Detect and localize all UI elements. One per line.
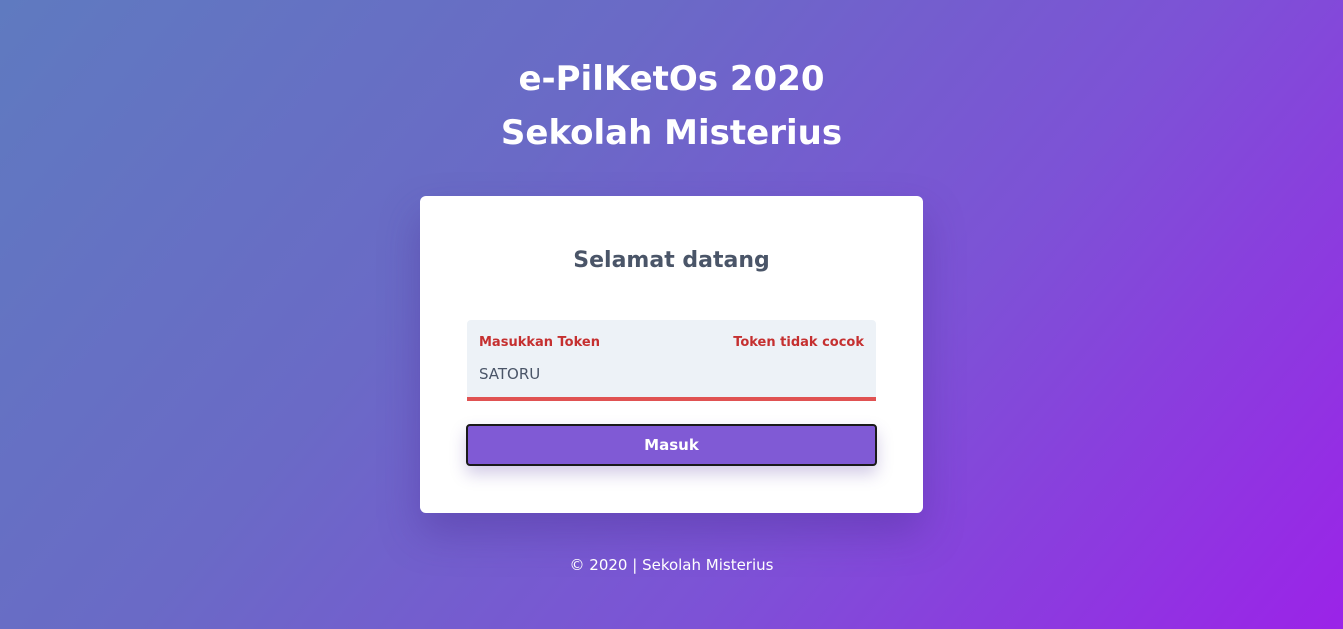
token-label: Masukkan Token [479,335,600,350]
login-card: Selamat datang Masukkan Token Token tida… [420,196,923,513]
footer-copyright: © 2020 | Sekolah Misterius [569,556,774,574]
login-button[interactable]: Masuk [466,424,877,466]
token-field[interactable]: Masukkan Token Token tidak cocok [467,320,876,401]
token-error-message: Token tidak cocok [733,335,864,350]
welcome-heading: Selamat datang [573,248,770,273]
page-header: e-PilKetOs 2020 Sekolah Misterius [0,52,1343,160]
app-title: e-PilKetOs 2020 [518,59,825,99]
token-input[interactable] [479,362,859,386]
school-name: Sekolah Misterius [500,113,843,153]
